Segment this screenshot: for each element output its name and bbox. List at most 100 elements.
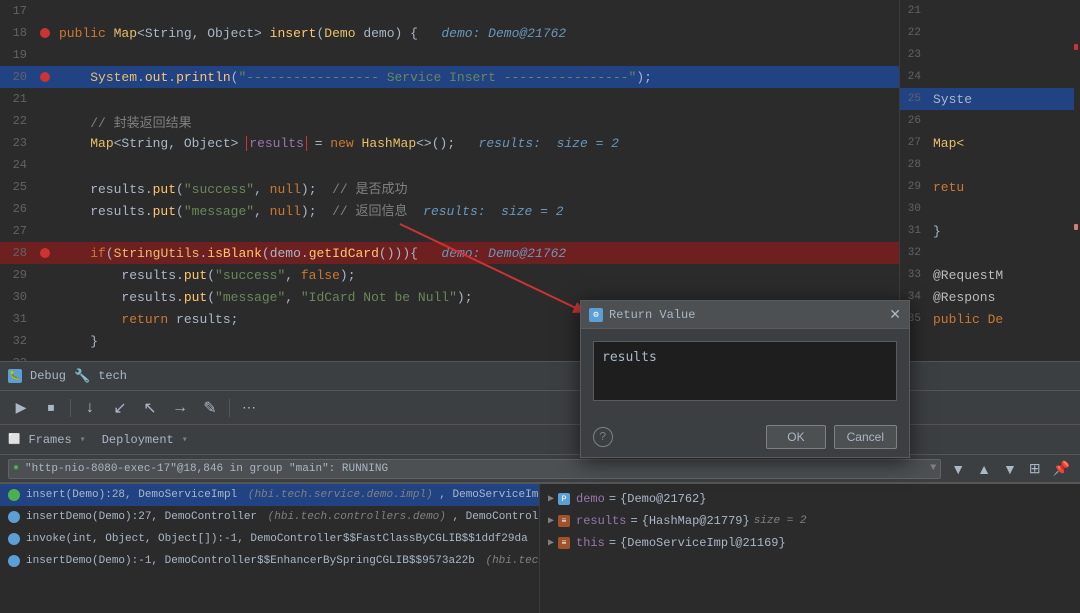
right-content-25: Syste [929, 92, 1080, 107]
code-line-18[interactable]: 18 public Map<String, Object> insert(Dem… [0, 22, 899, 44]
var-item-demo[interactable]: ▶ P demo = {Demo@21762} [540, 488, 1080, 510]
right-line-35: 35 public De [900, 308, 1080, 330]
modal-title-text: Return Value [609, 308, 695, 322]
thread-up-button[interactable]: ▲ [975, 459, 993, 479]
right-line-28: 28 [900, 154, 1080, 176]
line-content-20: System.out.println("----------------- Se… [55, 70, 899, 85]
code-line-28[interactable]: 28 if(StringUtils.isBlank(demo.getIdCard… [0, 242, 899, 264]
thread-down-button[interactable]: ▼ [1001, 459, 1019, 479]
right-line-26: 26 [900, 110, 1080, 132]
line-num-23: 23 [0, 136, 35, 150]
modal-help-button[interactable]: ? [593, 427, 613, 447]
var-detail-results: size = 2 [754, 515, 807, 527]
line-num-29: 29 [0, 268, 35, 282]
frame-item-1[interactable]: insertDemo(Demo):27, DemoController (hbi… [0, 506, 539, 528]
code-line-20[interactable]: 20 System.out.println("-----------------… [0, 66, 899, 88]
breakpoint-20[interactable] [40, 72, 50, 82]
var-name-results: results [576, 514, 626, 528]
line-num-18: 18 [0, 26, 35, 40]
modal-footer: ? OK Cancel [581, 417, 909, 457]
breakpoint-18[interactable] [40, 28, 50, 38]
frame-icon-0 [8, 489, 20, 501]
debug-bar: 🐛 Debug 🔧 tech [0, 361, 1080, 391]
right-line-23: 23 [900, 44, 1080, 66]
variables-section: ▶ P demo = {Demo@21762} ▶ ≡ results = {H… [540, 484, 1080, 613]
filter-icon[interactable]: ⊞ [1027, 458, 1043, 479]
var-item-this[interactable]: ▶ ≡ this = {DemoServiceImpl@21169} [540, 532, 1080, 554]
line-num-30: 30 [0, 290, 35, 304]
modal-body: results [581, 329, 909, 417]
right-content-31: } [929, 224, 1080, 239]
toolbar-sep-2 [229, 399, 230, 417]
frames-list: insert(Demo):28, DemoServiceImpl (hbi.te… [0, 484, 540, 613]
right-num-29: 29 [904, 181, 929, 193]
frame-main-3: insertDemo(Demo):-1, DemoController$$Enh… [26, 555, 539, 567]
modal-cancel-button[interactable]: Cancel [834, 425, 897, 449]
right-num-28: 28 [904, 159, 929, 171]
frame-main-0: insert(Demo):28, DemoServiceImpl (hbi.te… [26, 489, 539, 501]
line-content-22: // 封装返回结果 [55, 112, 899, 131]
more-button[interactable]: ⋯ [236, 397, 262, 419]
line-num-28: 28 [0, 246, 35, 260]
thread-bar: ● "http-nio-8080-exec-17"@18,846 in grou… [0, 455, 1080, 483]
evaluate-button[interactable]: ✎ [197, 397, 223, 419]
step-into-button[interactable]: ↙ [107, 397, 133, 419]
step-over-button[interactable]: ↓ [77, 397, 103, 419]
right-num-26: 26 [904, 115, 929, 127]
right-num-33: 33 [904, 269, 929, 281]
line-num-22: 22 [0, 114, 35, 128]
right-content-27: Map< [929, 136, 1080, 151]
right-line-21: 21 [900, 0, 1080, 22]
right-num-31: 31 [904, 225, 929, 237]
debug-tab-label[interactable]: tech [98, 369, 127, 383]
stop-button[interactable]: ⏹ [38, 397, 64, 419]
line-content-18: public Map<String, Object> insert(Demo d… [55, 26, 899, 41]
line-num-26: 26 [0, 202, 35, 216]
gutter-28 [35, 248, 55, 258]
frame-icon-2 [8, 533, 20, 545]
code-line-17: 17 [0, 0, 899, 22]
right-line-30: 30 [900, 198, 1080, 220]
frames-label[interactable]: Frames [28, 433, 71, 447]
debug-tab-icon: 🔧 [74, 369, 90, 384]
code-line-25: 25 results.put("success", null); // 是否成功 [0, 176, 899, 198]
right-content-34: @Respons [929, 290, 1080, 305]
step-out-button[interactable]: ↖ [137, 397, 163, 419]
gutter-20 [35, 72, 55, 82]
right-line-24: 24 [900, 66, 1080, 88]
frame-detail-1: (hbi.tech.controllers.demo) [268, 511, 446, 523]
line-content-28: if(StringUtils.isBlank(demo.getIdCard())… [55, 246, 899, 261]
line-num-31: 31 [0, 312, 35, 326]
thread-filter-button[interactable]: ▼ [949, 459, 967, 479]
frame-item-2[interactable]: invoke(int, Object, Object[]):-1, DemoCo… [0, 528, 539, 550]
breakpoint-28[interactable] [40, 248, 50, 258]
modal-title-icon: ⚙ [589, 308, 603, 322]
pin-icon[interactable]: 📌 [1051, 458, 1072, 479]
resume-button[interactable]: ▶ [8, 397, 34, 419]
deployment-label[interactable]: Deployment [102, 433, 174, 447]
frames-section: insert(Demo):28, DemoServiceImpl (hbi.te… [0, 483, 1080, 613]
right-line-34: 34 @Respons [900, 286, 1080, 308]
frame-item-0[interactable]: insert(Demo):28, DemoServiceImpl (hbi.te… [0, 484, 539, 506]
frame-icon-3 [8, 555, 20, 567]
right-num-22: 22 [904, 27, 929, 39]
modal-close-button[interactable]: ✕ [889, 306, 901, 323]
var-icon-results: ≡ [558, 515, 570, 527]
thread-dropdown-arrow: ▼ [930, 463, 936, 474]
line-num-24: 24 [0, 158, 35, 172]
var-val-demo: {Demo@21762} [620, 492, 706, 506]
gutter-18 [35, 28, 55, 38]
modal-ok-button[interactable]: OK [766, 425, 825, 449]
results-highlight: results [246, 136, 307, 151]
frame-detail-3: (hbi.tech.contr... [485, 555, 539, 567]
frame-item-3[interactable]: insertDemo(Demo):-1, DemoController$$Enh… [0, 550, 539, 572]
modal-input[interactable]: results [593, 341, 897, 401]
right-line-31: 31 } [900, 220, 1080, 242]
frame-main-1: insertDemo(Demo):27, DemoController (hbi… [26, 511, 539, 523]
expand-arrow-results: ▶ [548, 515, 554, 527]
run-to-cursor-button[interactable]: → [167, 397, 193, 419]
var-item-results[interactable]: ▶ ≡ results = {HashMap@21779} size = 2 [540, 510, 1080, 532]
right-content-35: public De [929, 312, 1080, 327]
thread-selector[interactable]: ● "http-nio-8080-exec-17"@18,846 in grou… [8, 459, 941, 479]
line-content-29: results.put("success", false); [55, 268, 899, 283]
